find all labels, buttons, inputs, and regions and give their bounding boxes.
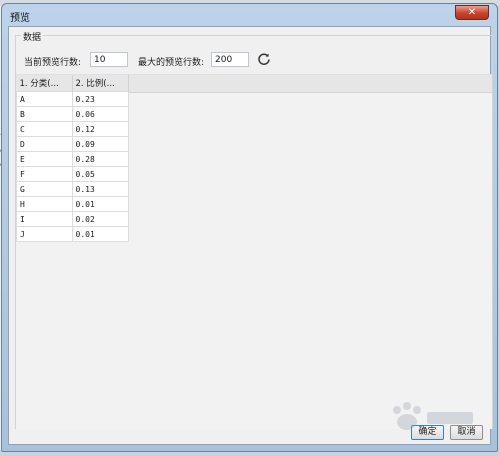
category-cell[interactable]: F <box>16 166 73 182</box>
ok-button[interactable]: 确定 <box>411 425 444 440</box>
ratio-cell[interactable]: 0.02 <box>71 211 129 227</box>
close-button[interactable]: ✕ <box>455 5 489 20</box>
preview-table: 1. 分类(... 2. 比例(... A 0.23 B 0.06 C 0.12 D0… <box>16 75 129 242</box>
table-row[interactable]: G 0.13 <box>16 181 129 197</box>
column-header-category[interactable]: 1. 分类(... <box>16 75 73 92</box>
category-cell[interactable]: C <box>16 121 73 137</box>
category-cell[interactable]: A <box>16 91 73 107</box>
preview-settings-row: 当前预览行数: 10 最大的预览行数: 200 <box>24 52 484 68</box>
max-rows-label: 最大的预览行数: <box>138 58 205 68</box>
group-legend: 数据 <box>21 30 44 43</box>
column-header-ratio[interactable]: 2. 比例(... <box>72 75 129 92</box>
ratio-cell[interactable]: 0.01 <box>71 226 129 242</box>
preview-dialog: 预览 ✕ 数据 当前预览行数: 10 最大的预览行数: 200 1. 分类(..… <box>1 3 498 452</box>
category-cell[interactable]: I <box>16 211 73 227</box>
ratio-cell[interactable]: 0.13 <box>71 181 129 197</box>
table-row[interactable]: C 0.12 <box>16 121 129 137</box>
dialog-client-area: 数据 当前预览行数: 10 最大的预览行数: 200 1. 分类(... 2. … <box>8 26 493 445</box>
category-cell[interactable]: G <box>16 181 73 197</box>
category-cell[interactable]: H <box>16 196 73 212</box>
category-cell[interactable]: D <box>16 136 73 152</box>
ratio-cell[interactable]: 0.05 <box>71 166 129 182</box>
table-row[interactable]: A 0.23 <box>16 91 129 107</box>
table-row[interactable]: J 0.01 <box>16 226 129 242</box>
category-cell[interactable]: B <box>16 106 73 122</box>
ratio-cell[interactable]: 0.28 <box>71 151 129 167</box>
table-row[interactable]: H 0.01 <box>16 196 129 212</box>
preview-table-area: 1. 分类(... 2. 比例(... A 0.23 B 0.06 C 0.12 D0… <box>16 74 492 429</box>
table-row[interactable]: D 0.09 <box>16 136 129 152</box>
ratio-cell[interactable]: 0.01 <box>71 196 129 212</box>
ratio-cell[interactable]: 0.09 <box>71 136 129 152</box>
dialog-footer: 确定 取消 <box>9 422 490 444</box>
table-row[interactable]: I 0.02 <box>16 211 129 227</box>
current-rows-label: 当前预览行数: <box>24 58 82 68</box>
max-rows-input[interactable]: 200 <box>211 52 249 67</box>
table-row[interactable]: B 0.06 <box>16 106 129 122</box>
close-icon: ✕ <box>467 7 477 18</box>
cancel-button[interactable]: 取消 <box>450 425 483 440</box>
ratio-cell[interactable]: 0.06 <box>71 106 129 122</box>
table-row[interactable]: F 0.05 <box>16 166 129 182</box>
ratio-cell[interactable]: 0.23 <box>71 91 129 107</box>
refresh-icon[interactable] <box>257 52 271 66</box>
data-group-box: 数据 当前预览行数: 10 最大的预览行数: 200 1. 分类(... 2. … <box>15 30 493 429</box>
dialog-title-bar[interactable]: 预览 ✕ <box>2 4 497 26</box>
table-row[interactable]: E 0.28 <box>16 151 129 167</box>
table-header-row: 1. 分类(... 2. 比例(... <box>16 75 129 92</box>
ratio-cell[interactable]: 0.12 <box>71 121 129 137</box>
current-rows-input[interactable]: 10 <box>90 52 128 67</box>
dialog-title: 预览 <box>10 13 30 24</box>
category-cell[interactable]: E <box>16 151 73 167</box>
category-cell[interactable]: J <box>16 226 73 242</box>
